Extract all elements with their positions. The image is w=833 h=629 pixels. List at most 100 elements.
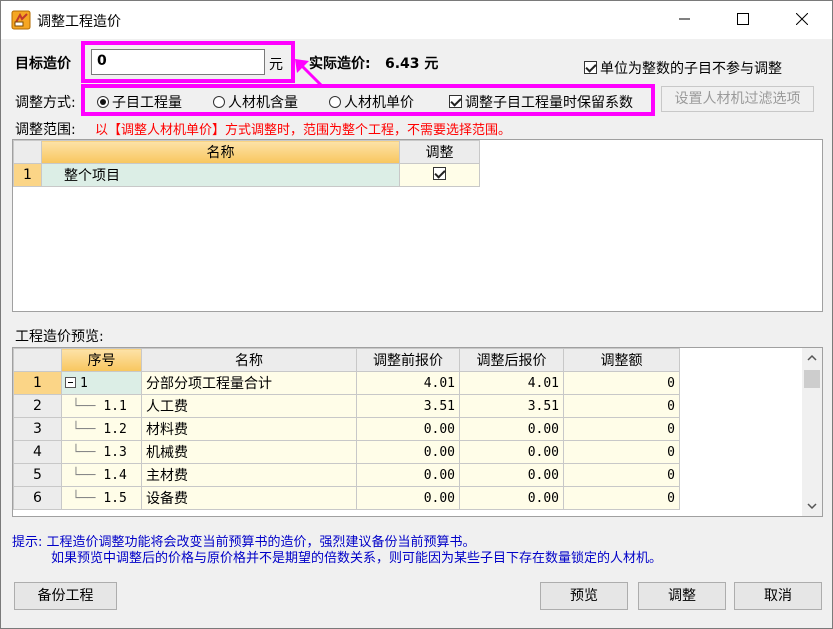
table-row[interactable]: 4 └── 1.3 机械费 0.00 0.00 0	[13, 440, 680, 464]
filter-options-button[interactable]: 设置人材机过滤选项	[661, 86, 814, 112]
radio-icon	[329, 96, 341, 108]
tip-line-2: 如果预览中调整后的价格与原价格并不是期望的倍数关系，则可能因为某些子目下存在数量…	[51, 551, 663, 566]
cancel-button[interactable]: 取消	[734, 582, 822, 610]
scroll-thumb[interactable]	[804, 370, 820, 388]
integer-skip-checkbox[interactable]	[584, 61, 597, 74]
row-seq-text: 1.3	[103, 444, 127, 460]
row-name: 材料费	[141, 417, 357, 441]
row-seq-text: 1	[80, 375, 88, 391]
preview-header-after[interactable]: 调整后报价	[459, 348, 564, 372]
preview-header-rownum	[13, 348, 62, 372]
tree-line-icon: └──	[72, 398, 96, 414]
target-price-label: 目标造价	[15, 56, 71, 72]
row-number: 5	[13, 463, 62, 487]
actual-price-label: 实际造价:	[309, 56, 371, 72]
tree-line-icon: └──	[72, 421, 96, 437]
scope-header-adjust[interactable]: 调整	[399, 140, 480, 164]
row-after: 0.00	[459, 463, 564, 487]
highlight-target-box	[81, 41, 295, 83]
preview-header-name[interactable]: 名称	[141, 348, 357, 372]
row-after: 0.00	[459, 417, 564, 441]
app-icon	[11, 10, 31, 30]
method-option-quantity[interactable]: 子目工程量	[97, 92, 182, 112]
minimize-button[interactable]	[662, 1, 708, 39]
preview-table: 序号 名称 调整前报价 调整后报价 调整额 1 1 分部分项工程量合计 4.01…	[13, 348, 680, 510]
maximize-button[interactable]	[720, 1, 766, 39]
keep-coefficient-option[interactable]: 调整子目工程量时保留系数	[449, 92, 633, 112]
method-option-content[interactable]: 人材机含量	[213, 92, 298, 112]
table-row[interactable]: 6 └── 1.5 设备费 0.00 0.00 0	[13, 486, 680, 510]
method-option-unit-price[interactable]: 人材机单价	[329, 92, 414, 112]
maximize-icon	[737, 13, 749, 25]
row-seq: └── 1.4	[61, 463, 142, 487]
keep-coefficient-checkbox[interactable]	[449, 95, 462, 108]
table-row[interactable]: 3 └── 1.2 材料费 0.00 0.00 0	[13, 417, 680, 441]
row-number: 4	[13, 440, 62, 464]
close-button[interactable]	[779, 1, 825, 39]
window-title: 调整工程造价	[37, 14, 121, 30]
table-row[interactable]: 2 └── 1.1 人工费 3.51 3.51 0	[13, 394, 680, 418]
row-seq-text: 1.2	[103, 421, 127, 437]
row-diff: 0	[563, 394, 680, 418]
table-row[interactable]: 5 └── 1.4 主材费 0.00 0.00 0	[13, 463, 680, 487]
scope-row-adjust[interactable]	[399, 163, 480, 187]
row-name: 人工费	[141, 394, 357, 418]
preview-button[interactable]: 预览	[540, 582, 628, 610]
row-before: 0.00	[356, 463, 460, 487]
row-number: 1	[13, 371, 62, 395]
row-before: 0.00	[356, 440, 460, 464]
method-option-label: 人材机单价	[344, 95, 414, 111]
row-after: 4.01	[459, 371, 564, 395]
method-option-label: 子目工程量	[112, 95, 182, 111]
table-row[interactable]: 1 整个项目	[13, 163, 480, 187]
row-diff: 0	[563, 486, 680, 510]
table-row[interactable]: 1 1 分部分项工程量合计 4.01 4.01 0	[13, 371, 680, 395]
scope-table-panel: 名称 调整 1 整个项目	[12, 139, 823, 312]
backup-button[interactable]: 备份工程	[14, 582, 117, 610]
radio-icon	[213, 96, 225, 108]
row-seq-text: 1.1	[103, 398, 127, 414]
row-number: 1	[13, 163, 42, 187]
adjust-checkbox[interactable]	[433, 167, 446, 180]
preview-label: 工程造价预览:	[15, 329, 104, 345]
row-diff: 0	[563, 463, 680, 487]
row-number: 3	[13, 417, 62, 441]
title-bar: 调整工程造价	[1, 1, 832, 39]
preview-table-panel: 序号 名称 调整前报价 调整后报价 调整额 1 1 分部分项工程量合计 4.01…	[12, 347, 823, 517]
preview-header-seq[interactable]: 序号	[61, 348, 142, 372]
scroll-down-icon[interactable]	[807, 502, 817, 510]
scope-header-name[interactable]: 名称	[41, 140, 400, 164]
tree-line-icon: └──	[72, 467, 96, 483]
row-seq-text: 1.5	[103, 490, 127, 506]
adjust-button[interactable]: 调整	[638, 582, 726, 610]
row-seq[interactable]: 1	[61, 371, 142, 395]
scope-note: 以【调整人材机单价】方式调整时，范围为整个工程，不需要选择范围。	[95, 123, 512, 138]
collapse-icon[interactable]	[65, 376, 76, 388]
method-option-label: 人材机含量	[228, 95, 298, 111]
minimize-icon	[679, 18, 690, 20]
row-name: 设备费	[141, 486, 357, 510]
row-after: 3.51	[459, 394, 564, 418]
scope-label: 调整范围:	[15, 122, 76, 138]
vertical-scrollbar[interactable]	[802, 348, 822, 516]
row-seq: └── 1.2	[61, 417, 142, 441]
row-name: 机械费	[141, 440, 357, 464]
row-number: 6	[13, 486, 62, 510]
row-before: 0.00	[356, 486, 460, 510]
row-before: 3.51	[356, 394, 460, 418]
radio-icon	[97, 96, 109, 108]
row-name: 分部分项工程量合计	[141, 371, 357, 395]
scope-header-rownum	[13, 140, 42, 164]
preview-header-diff[interactable]: 调整额	[563, 348, 680, 372]
row-number: 2	[13, 394, 62, 418]
method-label: 调整方式:	[15, 95, 76, 111]
row-seq: └── 1.3	[61, 440, 142, 464]
scroll-up-icon[interactable]	[807, 354, 817, 362]
row-seq: └── 1.1	[61, 394, 142, 418]
preview-header-before[interactable]: 调整前报价	[356, 348, 460, 372]
tree-line-icon: └──	[72, 490, 96, 506]
integer-skip-option[interactable]: 单位为整数的子目不参与调整	[584, 58, 782, 78]
scope-row-name[interactable]: 整个项目	[41, 163, 400, 187]
keep-coefficient-label: 调整子目工程量时保留系数	[465, 95, 633, 111]
scope-table: 名称 调整 1 整个项目	[13, 140, 480, 187]
